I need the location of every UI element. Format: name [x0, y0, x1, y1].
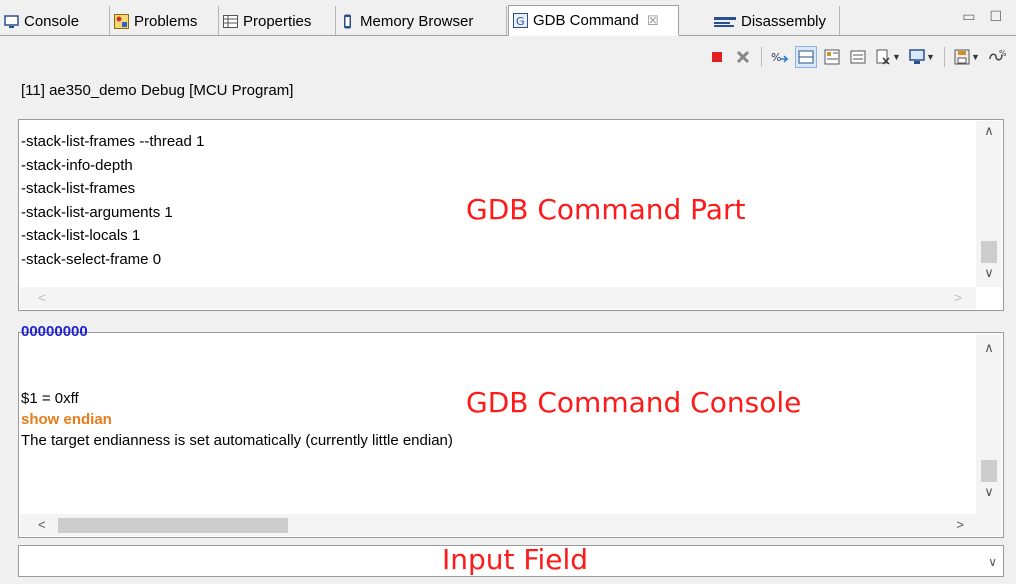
tab-console[interactable]: Console [0, 6, 110, 36]
tab-memory-browser[interactable]: Memory Browser [336, 6, 507, 36]
display-icon[interactable]: ▼ [907, 46, 937, 68]
scroll-down-icon[interactable]: ∨ [976, 265, 1002, 281]
view-toolbar: % ▼ ▼ ▼ % [706, 44, 1008, 70]
gdb-command-console-panel[interactable]: 00000000 $1 = 0xff show endian The targe… [18, 325, 1004, 538]
remove-icon[interactable] [732, 46, 754, 68]
terminate-icon[interactable] [706, 46, 728, 68]
save-icon[interactable]: ▼ [952, 46, 982, 68]
command-line: -stack-list-frames --thread 1 [21, 133, 205, 150]
tab-properties-label: Properties [243, 12, 312, 30]
horizontal-scrollbar[interactable]: < > [20, 287, 976, 309]
console-output-line: The target endianness is set automatical… [21, 432, 453, 449]
memory-icon [340, 14, 355, 29]
truncated-output-line: 00000000 [21, 325, 88, 340]
registers-icon[interactable] [821, 46, 843, 68]
problems-icon [114, 13, 129, 29]
svg-text:%: % [999, 49, 1006, 58]
input-field-label: Input Field [442, 543, 589, 576]
tab-memory-browser-label: Memory Browser [360, 12, 474, 30]
connect-icon[interactable]: % [769, 46, 791, 68]
tab-disassembly[interactable]: Disassembly [708, 6, 840, 36]
view-tab-bar: Console Problems Properties Memory Brows… [0, 0, 1016, 36]
command-line: -stack-info-depth [21, 156, 133, 174]
tab-close-icon[interactable]: ☒ [647, 13, 659, 29]
tab-disassembly-label: Disassembly [741, 12, 827, 30]
tab-gdb-command-label: GDB Command [533, 12, 639, 29]
scroll-thumb[interactable] [981, 241, 997, 263]
chevron-down-icon[interactable]: ∨ [988, 555, 997, 569]
vertical-scrollbar[interactable]: ∧ ∨ [976, 121, 1002, 287]
horizontal-scrollbar[interactable]: < > [20, 514, 1002, 536]
svg-text:G: G [516, 15, 525, 28]
scroll-thumb[interactable] [981, 460, 997, 482]
command-line: -stack-select-frame 0 [21, 250, 162, 268]
maximize-icon[interactable]: ☐ [989, 8, 1002, 25]
vertical-scrollbar[interactable]: ∧ ∨ [976, 334, 1002, 514]
gdb-command-console-label: GDB Command Console [466, 386, 802, 419]
gdb-icon: G [513, 13, 528, 28]
command-line: -stack-list-locals 1 [21, 227, 141, 244]
svg-text:%: % [771, 51, 781, 64]
properties-icon [223, 14, 238, 29]
tab-console-label: Console [24, 12, 80, 30]
tab-properties[interactable]: Properties [219, 6, 336, 36]
tab-gdb-command[interactable]: G GDB Command ☒ [508, 5, 679, 36]
tab-problems-label: Problems [134, 12, 198, 30]
session-label: [11] ae350_demo Debug [MCU Program] [21, 82, 294, 99]
link-icon[interactable]: % [986, 46, 1008, 68]
scroll-up-icon[interactable]: ∧ [976, 123, 1002, 139]
scroll-right-icon[interactable]: > [956, 517, 964, 532]
view-icon[interactable] [847, 46, 869, 68]
scroll-up-icon[interactable]: ∧ [976, 340, 1002, 356]
scroll-thumb[interactable] [58, 518, 288, 533]
console-icon [4, 14, 19, 29]
clear-icon[interactable]: ▼ [873, 46, 903, 68]
disassembly-icon [714, 14, 736, 29]
layout-icon[interactable] [795, 46, 817, 68]
minimize-icon[interactable]: ▭ [962, 8, 975, 25]
scroll-left-icon[interactable]: < [38, 517, 46, 532]
scroll-left-icon[interactable]: < [38, 290, 46, 305]
tab-problems[interactable]: Problems [110, 6, 219, 36]
gdb-command-part-label: GDB Command Part [466, 193, 746, 226]
scroll-right-icon[interactable]: > [954, 290, 962, 305]
scroll-down-icon[interactable]: ∨ [976, 484, 1002, 500]
